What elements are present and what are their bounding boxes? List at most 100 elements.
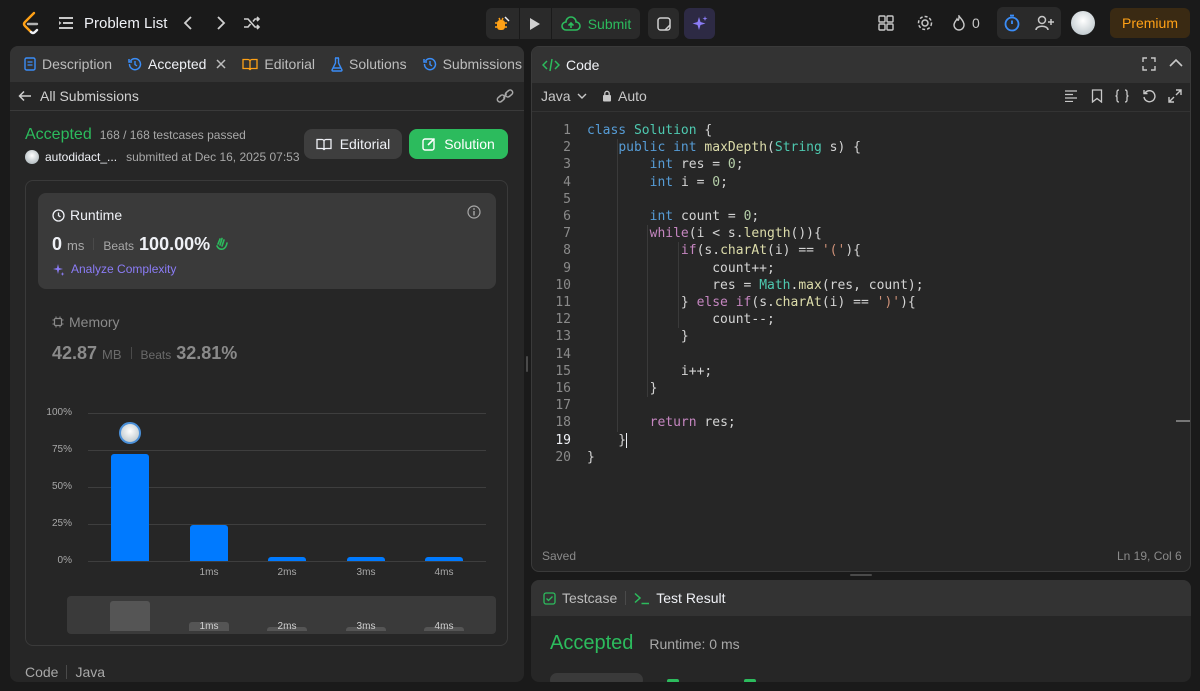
reset-icon[interactable]	[1142, 89, 1156, 103]
runtime-distribution-chart: 100% 75% 50% 25% 0% 1ms 2ms 3ms 4ms 1ms 2ms 3ms 4ms	[10, 46, 514, 682]
play-icon	[530, 17, 540, 30]
code-line[interactable]: int res = 0;	[587, 156, 744, 173]
vertical-resize-handle[interactable]	[526, 356, 528, 372]
prev-problem-icon[interactable]	[180, 13, 196, 33]
chart-y-tick-label: 25%	[51, 518, 72, 529]
line-number: 5	[563, 191, 571, 207]
mini-chart-label: 4ms	[434, 621, 454, 632]
result-panel: Testcase Test Result Accepted Runtime: 0…	[531, 580, 1191, 682]
leetcode-logo-icon[interactable]	[20, 11, 42, 35]
next-problem-icon[interactable]	[213, 13, 229, 33]
code-line[interactable]: } else if(s.charAt(i) == ')'){	[587, 294, 916, 311]
line-number: 19	[555, 432, 571, 448]
code-line[interactable]: }	[587, 449, 595, 466]
settings-gear-icon[interactable]	[915, 13, 935, 33]
horizontal-resize-handle[interactable]	[850, 574, 872, 576]
code-line[interactable]: }	[587, 328, 689, 345]
auto-mode[interactable]: Auto	[602, 88, 647, 104]
chart-bar[interactable]	[425, 556, 463, 561]
code-line[interactable]: count++;	[587, 260, 775, 277]
code-tab-bar: Code	[532, 47, 1190, 83]
chevron-down-icon	[577, 93, 587, 99]
line-number: 4	[563, 174, 571, 190]
submit-button[interactable]: Submit	[552, 8, 640, 39]
line-number: 13	[555, 329, 571, 345]
run-button[interactable]	[520, 8, 550, 39]
code-editor[interactable]: 1 class Solution { 2 public int maxDepth(S…	[532, 118, 1190, 478]
collapse-chevron-icon[interactable]	[1169, 58, 1183, 68]
cursor-position: Ln 19, Col 6	[1117, 549, 1182, 563]
cloud-upload-icon	[560, 15, 581, 31]
streak-counter[interactable]: 0	[952, 12, 980, 34]
case-tab[interactable]	[550, 673, 643, 682]
debug-icon[interactable]	[486, 8, 518, 39]
code-line[interactable]: count--;	[587, 311, 775, 328]
line-number: 15	[555, 363, 571, 379]
mini-chart-label: 3ms	[356, 621, 376, 632]
chart-gridline	[88, 561, 486, 562]
premium-label: Premium	[1121, 15, 1178, 31]
code-line[interactable]: res = Math.max(res, count);	[587, 277, 923, 294]
line-number: 14	[555, 346, 571, 362]
chart-bar[interactable]	[268, 556, 306, 561]
layout-grid-icon[interactable]	[876, 13, 896, 33]
line-number: 8	[563, 243, 571, 259]
problem-list-button[interactable]: Problem List	[58, 12, 167, 34]
tab-code-label: Code	[566, 57, 600, 73]
tab-testcase[interactable]: Testcase	[535, 580, 625, 616]
auto-mode-label: Auto	[618, 88, 647, 104]
chart-gridline	[88, 413, 486, 414]
divider	[532, 111, 1190, 112]
shuffle-icon[interactable]	[242, 13, 262, 33]
tab-test-result[interactable]: Test Result	[626, 580, 733, 616]
line-number: 6	[563, 209, 571, 224]
code-line[interactable]: int i = 0;	[587, 174, 728, 191]
separator	[66, 665, 68, 679]
chart-x-tick-label: 3ms	[356, 567, 376, 578]
notes-icon[interactable]	[648, 8, 679, 39]
chart-bar[interactable]	[111, 454, 149, 561]
submit-label: Submit	[587, 15, 632, 32]
line-number: 12	[555, 312, 571, 328]
chart-bar[interactable]	[190, 525, 228, 561]
code-line[interactable]: public int maxDepth(String s) {	[587, 139, 861, 156]
text-cursor	[626, 432, 628, 448]
format-icon[interactable]	[1064, 90, 1078, 102]
line-number: 7	[563, 226, 571, 242]
code-line[interactable]: int count = 0;	[587, 208, 760, 225]
code-line[interactable]: while(i < s.length()){	[587, 225, 822, 242]
tab-code[interactable]: Code	[542, 47, 607, 83]
chart-bar[interactable]	[347, 556, 385, 561]
tab-test-result-label: Test Result	[656, 590, 726, 606]
line-number: 1	[563, 123, 571, 138]
streak-count: 0	[972, 15, 980, 31]
code-line[interactable]: class Solution {	[587, 122, 712, 139]
line-number: 2	[563, 140, 571, 156]
tab-testcase-label: Testcase	[562, 590, 618, 606]
line-number: 18	[555, 415, 571, 431]
language-label: Java	[541, 88, 571, 104]
premium-button[interactable]: Premium	[1110, 8, 1190, 38]
line-number: 10	[555, 277, 571, 293]
list-icon	[59, 17, 73, 29]
maximize-icon[interactable]	[1142, 57, 1156, 71]
chart-x-tick-label: 1ms	[199, 567, 219, 578]
code-line[interactable]: return res;	[587, 414, 736, 431]
language-select[interactable]: Java	[541, 88, 587, 104]
mini-chart-bar	[110, 601, 150, 631]
avatar[interactable]	[1071, 11, 1095, 35]
code-line[interactable]: if(s.charAt(i) == '('){	[587, 242, 861, 259]
code-line[interactable]: i++;	[587, 363, 712, 380]
ai-sparkle-icon[interactable]	[684, 8, 715, 39]
code-footer-label: Code	[25, 664, 59, 680]
bookmark-icon[interactable]	[1091, 89, 1103, 103]
code-line[interactable]: }	[587, 432, 628, 449]
your-submission-marker[interactable]	[119, 422, 141, 444]
result-runtime: Runtime: 0 ms	[649, 636, 740, 652]
timer-icon[interactable]	[1001, 12, 1023, 34]
braces-icon[interactable]	[1114, 89, 1130, 103]
add-friend-icon[interactable]	[1034, 12, 1056, 34]
indent-guide	[678, 242, 679, 329]
fullscreen-icon[interactable]	[1168, 89, 1182, 103]
problem-list-label: Problem List	[84, 14, 168, 32]
